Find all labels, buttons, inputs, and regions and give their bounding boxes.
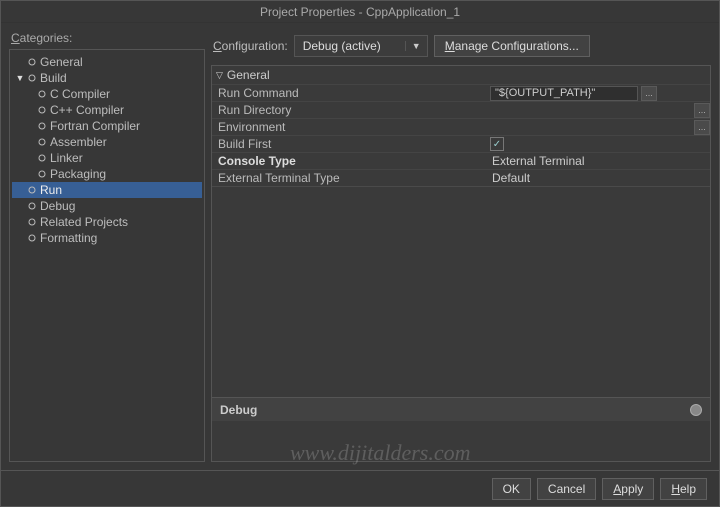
bullet-icon — [26, 74, 38, 82]
tree-item-linker[interactable]: Linker — [12, 150, 202, 166]
prop-build-first[interactable]: Build First ✓ — [212, 135, 710, 152]
bullet-icon — [36, 106, 48, 114]
configuration-combo[interactable]: Debug (active) ▼ — [294, 35, 428, 57]
bullet-icon — [26, 234, 38, 242]
group-header-general[interactable]: ▽General — [212, 66, 710, 84]
bullet-icon — [36, 138, 48, 146]
bullet-icon — [36, 90, 48, 98]
tree-item-cpp-compiler[interactable]: C++ Compiler — [12, 102, 202, 118]
tree-item-debug[interactable]: Debug — [12, 198, 202, 214]
categories-label: CCategories:ategories: — [9, 29, 205, 49]
prop-external-terminal-type[interactable]: External Terminal Type Default — [212, 169, 710, 186]
apply-button[interactable]: Apply — [602, 478, 654, 500]
configuration-label: Configuration: — [213, 39, 288, 53]
bullet-icon — [36, 122, 48, 130]
cancel-button[interactable]: Cancel — [537, 478, 596, 500]
chevron-down-icon: ▼ — [405, 41, 427, 51]
browse-button[interactable]: … — [694, 103, 710, 118]
tree-item-formatting[interactable]: Formatting — [12, 230, 202, 246]
bullet-icon — [36, 154, 48, 162]
tree-item-assembler[interactable]: Assembler — [12, 134, 202, 150]
window-title: Project Properties - CppApplication_1 — [1, 1, 719, 23]
bullet-icon — [26, 202, 38, 210]
browse-button[interactable]: … — [694, 120, 710, 135]
prop-environment[interactable]: Environment … — [212, 118, 710, 135]
bullet-icon — [26, 186, 38, 194]
bullet-icon — [26, 218, 38, 226]
categories-tree[interactable]: General ▼ Build C Compiler C++ Compiler … — [9, 49, 205, 462]
radio-icon[interactable] — [690, 404, 702, 416]
browse-button[interactable]: … — [641, 86, 657, 101]
run-command-input[interactable] — [490, 86, 638, 101]
properties-grid: ▽General Run Command … Run Directory … E… — [211, 65, 711, 462]
tree-item-general[interactable]: General — [12, 54, 202, 70]
prop-console-type[interactable]: Console Type External Terminal — [212, 152, 710, 169]
tree-item-build[interactable]: ▼ Build — [12, 70, 202, 86]
tree-item-fortran-compiler[interactable]: Fortran Compiler — [12, 118, 202, 134]
tree-item-related-projects[interactable]: Related Projects — [12, 214, 202, 230]
build-first-checkbox[interactable]: ✓ — [490, 137, 504, 151]
help-button[interactable]: Help — [660, 478, 707, 500]
tree-item-c-compiler[interactable]: C Compiler — [12, 86, 202, 102]
prop-run-directory[interactable]: Run Directory … — [212, 101, 710, 118]
tree-item-run[interactable]: Run — [12, 182, 202, 198]
ok-button[interactable]: OK — [492, 478, 531, 500]
collapse-icon: ▽ — [216, 70, 223, 81]
debug-section-header[interactable]: Debug — [212, 397, 710, 421]
prop-run-command[interactable]: Run Command … — [212, 84, 710, 101]
manage-configurations-button[interactable]: Manage Configurations... — [434, 35, 590, 57]
tree-item-packaging[interactable]: Packaging — [12, 166, 202, 182]
bullet-icon — [36, 170, 48, 178]
expand-icon[interactable]: ▼ — [14, 73, 26, 83]
bullet-icon — [26, 58, 38, 66]
